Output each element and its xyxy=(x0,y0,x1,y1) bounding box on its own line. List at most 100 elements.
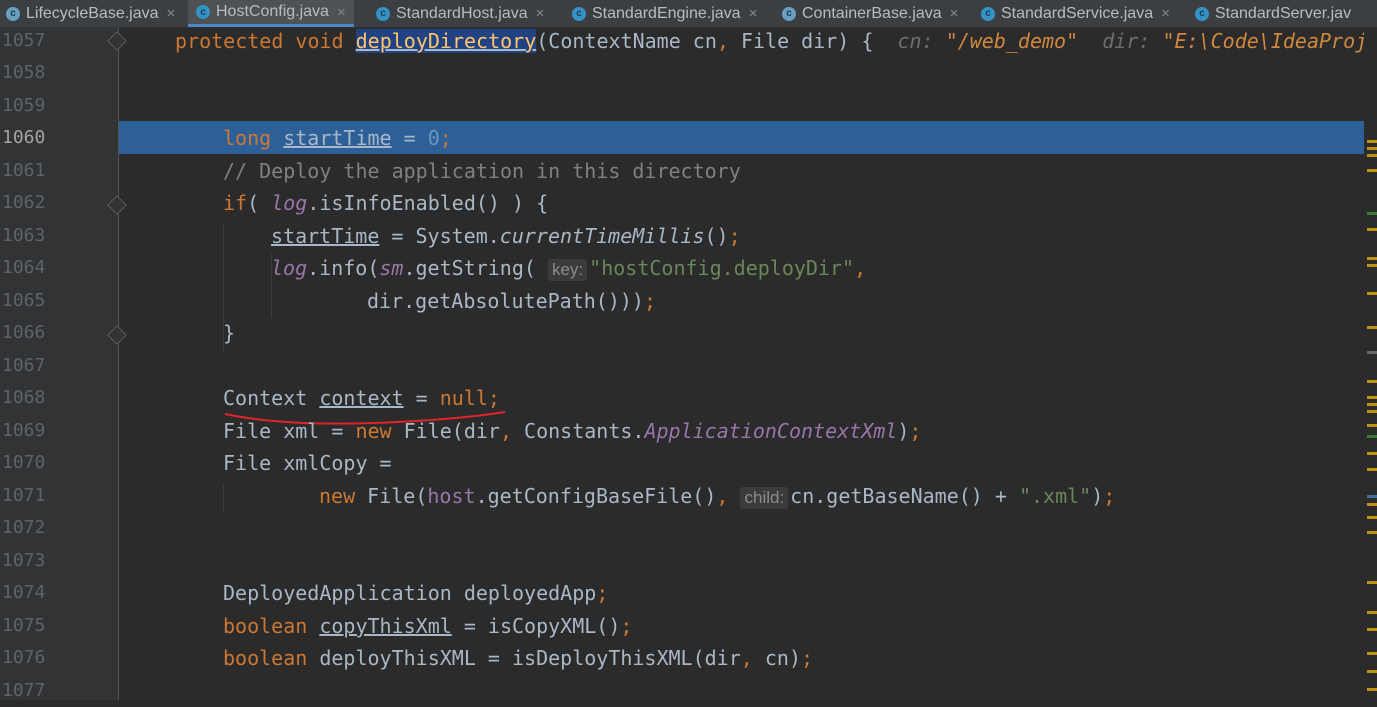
change-marker[interactable] xyxy=(1367,212,1377,215)
info-marker[interactable] xyxy=(1367,495,1377,498)
class-icon: c xyxy=(1195,6,1209,21)
line-number: 1071 xyxy=(2,485,46,506)
tab-label: StandardService.java xyxy=(1001,4,1154,22)
tab-label: HostConfig.java xyxy=(216,3,329,20)
line-number: 1073 xyxy=(2,550,46,571)
close-icon[interactable]: × xyxy=(1161,5,1170,22)
close-icon[interactable]: × xyxy=(167,5,176,22)
line-number: 1068 xyxy=(2,387,46,408)
code-line-1069: File xml = new File(dir, Constants.Appli… xyxy=(223,419,922,443)
line-number: 1059 xyxy=(2,95,46,116)
tab-label: StandardServer.jav xyxy=(1215,4,1352,22)
warning-marker[interactable] xyxy=(1367,169,1377,172)
close-icon[interactable]: × xyxy=(536,5,545,22)
code-line-1074: DeployedApplication deployedApp; xyxy=(223,581,609,605)
line-number: 1064 xyxy=(2,257,46,278)
line-number: 1065 xyxy=(2,290,46,311)
warning-marker[interactable] xyxy=(1367,403,1377,406)
debug-value-dir: dir: xyxy=(1102,29,1163,53)
code-line-1063: startTime = System.currentTimeMillis(); xyxy=(271,224,741,248)
code-comment: // Deploy the application in this direct… xyxy=(223,159,741,183)
code-line-1060: long startTime = 0; xyxy=(223,126,452,150)
line-number-gutter[interactable]: 1057 1058 1059 1060 1061 1062 1063 1064 … xyxy=(0,28,127,701)
code-line-1071: new File(host.getConfigBaseFile(), child… xyxy=(319,484,1116,509)
tab-label: StandardEngine.java xyxy=(592,4,741,22)
warning-marker[interactable] xyxy=(1367,531,1377,534)
code-line-1062: if( log.isInfoEnabled() ) { xyxy=(223,191,549,215)
line-number: 1062 xyxy=(2,192,46,213)
code-editor[interactable]: protected void deployDirectory(ContextNa… xyxy=(119,28,1377,700)
line-number: 1075 xyxy=(2,615,46,636)
warning-marker[interactable] xyxy=(1367,516,1377,519)
line-number: 1067 xyxy=(2,355,46,376)
class-icon: c xyxy=(376,6,390,21)
line-number: 1077 xyxy=(2,680,46,701)
code-line-1075: boolean copyThisXml = isCopyXML(); xyxy=(223,614,633,638)
class-icon: c xyxy=(981,6,995,21)
line-number: 1061 xyxy=(2,160,46,181)
code-line-1076: boolean deployThisXML = isDeployThisXML(… xyxy=(223,646,814,670)
warning-marker[interactable] xyxy=(1367,652,1377,655)
line-number: 1074 xyxy=(2,582,46,603)
tab-standardengine[interactable]: c StandardEngine.java × xyxy=(572,0,757,27)
warning-marker[interactable] xyxy=(1367,503,1377,506)
code-line-1070: File xmlCopy = xyxy=(223,451,392,475)
warning-marker[interactable] xyxy=(1367,424,1377,427)
method-name: deployDirectory xyxy=(355,29,537,53)
code-line-1057: protected void deployDirectory(ContextNa… xyxy=(175,29,1377,53)
tab-lifecyclebase[interactable]: c LifecycleBase.java × xyxy=(6,0,175,27)
error-stripe-scrollbar[interactable] xyxy=(1364,28,1377,700)
line-number: 1069 xyxy=(2,420,46,441)
warning-marker[interactable] xyxy=(1367,611,1377,614)
warning-marker[interactable] xyxy=(1367,628,1377,631)
warning-marker[interactable] xyxy=(1367,326,1377,329)
warning-marker[interactable] xyxy=(1367,257,1377,260)
warning-marker[interactable] xyxy=(1367,581,1377,584)
parameter-hint: key: xyxy=(547,258,588,281)
tab-standardserver[interactable]: c StandardServer.jav xyxy=(1195,0,1351,27)
change-marker[interactable] xyxy=(1367,435,1377,438)
warning-marker[interactable] xyxy=(1367,670,1377,673)
line-number-current: 1060 xyxy=(2,127,46,148)
code-line-1061: // Deploy the application in this direct… xyxy=(223,155,741,187)
tab-label: ContainerBase.java xyxy=(802,4,942,22)
warning-marker[interactable] xyxy=(1367,140,1377,143)
tab-standardhost[interactable]: c StandardHost.java × xyxy=(376,0,544,27)
tab-hostconfig[interactable]: c HostConfig.java × xyxy=(188,0,354,27)
line-number: 1072 xyxy=(2,517,46,538)
class-icon: c xyxy=(196,5,210,19)
warning-marker[interactable] xyxy=(1367,228,1377,231)
warning-marker[interactable] xyxy=(1367,410,1377,413)
warning-marker[interactable] xyxy=(1367,688,1377,691)
line-number: 1076 xyxy=(2,647,46,668)
line-number: 1057 xyxy=(2,30,46,51)
tab-standardservice[interactable]: c StandardService.java × xyxy=(981,0,1170,27)
warning-marker[interactable] xyxy=(1367,264,1377,267)
tab-label: StandardHost.java xyxy=(396,4,528,22)
indent-guide xyxy=(223,483,224,513)
class-icon: c xyxy=(572,6,586,21)
close-icon[interactable]: × xyxy=(749,5,758,22)
warning-marker[interactable] xyxy=(1367,292,1377,295)
abstract-class-icon: c xyxy=(6,6,20,21)
parameter-hint: child: xyxy=(740,486,789,509)
warning-marker[interactable] xyxy=(1367,154,1377,157)
warning-marker[interactable] xyxy=(1367,147,1377,150)
warning-marker[interactable] xyxy=(1367,468,1377,471)
warning-marker[interactable] xyxy=(1367,452,1377,455)
warning-marker[interactable] xyxy=(1367,396,1377,399)
info-marker[interactable] xyxy=(1367,351,1377,354)
line-number: 1063 xyxy=(2,225,46,246)
close-icon[interactable]: × xyxy=(337,4,346,21)
code-line-1064: log.info(sm.getString( key: "hostConfig.d… xyxy=(271,256,867,281)
line-number: 1058 xyxy=(2,62,46,83)
close-icon[interactable]: × xyxy=(950,5,959,22)
debug-value-cn: cn: xyxy=(897,29,946,53)
line-number: 1066 xyxy=(2,322,46,343)
tab-containerbase[interactable]: c ContainerBase.java × xyxy=(782,0,958,27)
tab-label: LifecycleBase.java xyxy=(26,4,159,22)
warning-marker[interactable] xyxy=(1367,380,1377,383)
editor-tab-bar: c LifecycleBase.java × c HostConfig.java… xyxy=(0,0,1377,28)
code-line-1065: dir.getAbsolutePath())); xyxy=(367,289,656,313)
code-line-1066: } xyxy=(223,321,236,345)
